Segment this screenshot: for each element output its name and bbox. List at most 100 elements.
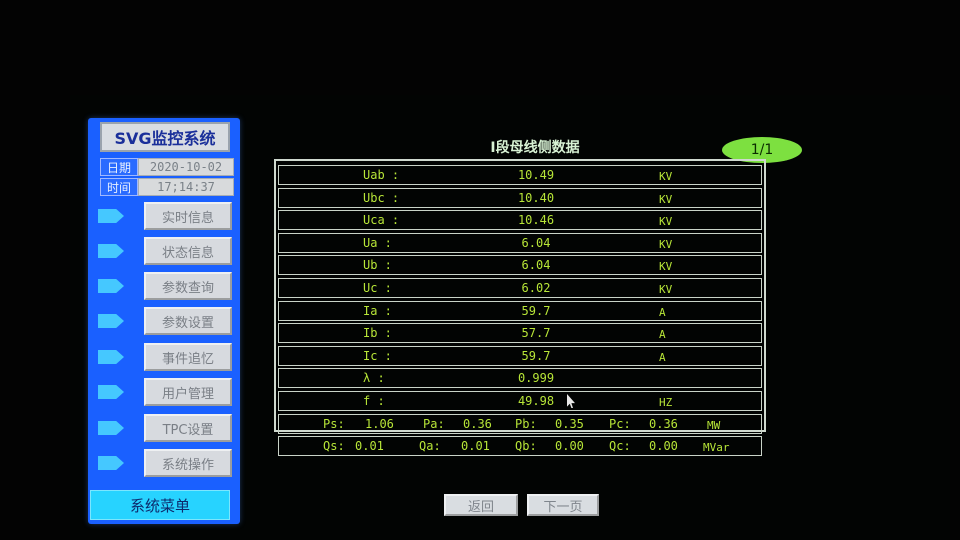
row-label: Ib : — [363, 326, 392, 341]
table-row: Ub : 6.04 KV — [278, 255, 762, 276]
row-label: Uab : — [363, 168, 400, 182]
table-row: Uc : 6.02 KV — [278, 277, 762, 298]
table-row: Uab : 10.49 KV — [278, 165, 762, 185]
reactive-power-row: Qs: 0.01 Qa: 0.01 Qb: 0.00 Qc: 0.00 MVar — [278, 436, 762, 457]
row-unit: KV — [659, 282, 673, 296]
table-row: Ia : 59.7 A — [278, 300, 762, 321]
row-unit: KV — [659, 192, 673, 206]
date-value: 2020-10-02 — [138, 158, 234, 176]
qc-value: 0.00 — [649, 439, 678, 454]
realtime-info-button[interactable]: 实时信息 — [144, 202, 232, 230]
row-label: f : — [363, 393, 385, 408]
time-value: 17;14:37 — [138, 178, 234, 196]
arrow-right-icon — [98, 421, 124, 435]
pb-label: Pb: — [515, 416, 537, 431]
row-value: 0.999 — [517, 371, 555, 386]
ps-label: Ps: — [323, 416, 345, 431]
menu-row-status: 状态信息 — [98, 236, 234, 266]
row-unit: HZ — [659, 395, 673, 409]
row-value: 6.04 — [521, 258, 551, 273]
arrow-right-icon — [98, 244, 124, 258]
reactive-power-unit: MVar — [703, 441, 730, 455]
row-value: 10.40 — [517, 190, 555, 205]
row-value: 59.7 — [521, 348, 551, 363]
row-value: 49.98 — [517, 393, 555, 408]
sidebar: SVG监控系统 日期 2020-10-02 时间 17;14:37 实时信息 状… — [88, 118, 240, 524]
panel-title: I段母线侧数据 — [490, 140, 580, 156]
status-info-button[interactable]: 状态信息 — [144, 237, 232, 265]
qb-value: 0.00 — [555, 439, 584, 454]
time-row: 时间 17;14:37 — [100, 178, 234, 196]
qa-label: Qa: — [419, 439, 441, 454]
table-row: Uca : 10.46 KV — [278, 210, 762, 231]
pc-value: 0.36 — [649, 416, 678, 431]
row-unit: KV — [659, 170, 673, 183]
row-unit: A — [659, 305, 666, 319]
row-unit: A — [659, 350, 666, 364]
back-button[interactable]: 返回 — [444, 494, 518, 516]
row-unit: KV — [659, 237, 673, 251]
param-query-button[interactable]: 参数查询 — [144, 272, 232, 300]
row-label: λ : — [363, 371, 385, 386]
param-set-button[interactable]: 参数设置 — [144, 307, 232, 335]
row-unit: KV — [659, 260, 673, 274]
arrow-right-icon — [98, 350, 124, 364]
active-power-unit: MW — [707, 418, 721, 432]
user-manage-button[interactable]: 用户管理 — [144, 378, 232, 406]
row-value: 10.46 — [517, 213, 555, 228]
pa-value: 0.36 — [463, 416, 492, 431]
ps-value: 1.06 — [365, 416, 394, 431]
arrow-right-icon — [98, 279, 124, 293]
table-row: λ : 0.999 — [278, 368, 762, 389]
row-label: Ubc : — [363, 190, 400, 205]
date-row: 日期 2020-10-02 — [100, 158, 234, 176]
row-value: 57.7 — [521, 326, 551, 341]
table-row: Ic : 59.7 A — [278, 345, 762, 366]
next-page-button[interactable]: 下一页 — [527, 494, 599, 516]
qs-value: 0.01 — [355, 439, 384, 454]
system-menu-button[interactable]: 系统菜单 — [90, 490, 230, 520]
active-power-row: Ps: 1.06 Pa: 0.36 Pb: 0.35 Pc: 0.36 MW — [278, 413, 762, 434]
row-value: 10.49 — [517, 168, 555, 182]
row-value: 6.02 — [521, 280, 551, 295]
row-label: Ia : — [363, 303, 392, 318]
qs-label: Qs: — [323, 439, 345, 454]
qc-label: Qc: — [609, 439, 631, 454]
menu-row-param-query: 参数查询 — [98, 271, 234, 301]
row-value: 6.04 — [521, 235, 551, 250]
pa-label: Pa: — [423, 416, 445, 431]
row-label: Uc : — [363, 280, 392, 295]
busbar-data-table: Uab : 10.49 KV Ubc : 10.40 KV Uca : 10.4… — [274, 159, 766, 457]
menu-row-tpc: TPC设置 — [98, 413, 234, 443]
pb-value: 0.35 — [555, 416, 584, 431]
tpc-settings-button[interactable]: TPC设置 — [144, 414, 232, 442]
system-title: SVG监控系统 — [100, 122, 230, 152]
row-label: Uca : — [363, 213, 400, 228]
menu-row-system-op: 系统操作 — [98, 448, 234, 478]
arrow-right-icon — [98, 385, 124, 399]
table-row: Ua : 6.04 KV — [278, 232, 762, 253]
row-label: Ub : — [363, 258, 392, 273]
table-row: Ib : 57.7 A — [278, 323, 762, 344]
row-value: 59.7 — [521, 303, 551, 318]
arrow-right-icon — [98, 314, 124, 328]
menu-row-realtime: 实时信息 — [98, 201, 234, 231]
row-unit: KV — [659, 215, 673, 229]
row-label: Ic : — [363, 348, 392, 363]
date-label: 日期 — [100, 158, 138, 176]
menu-row-event: 事件追忆 — [98, 342, 234, 372]
qa-value: 0.01 — [461, 439, 490, 454]
arrow-right-icon — [98, 209, 124, 223]
event-recall-button[interactable]: 事件追忆 — [144, 343, 232, 371]
menu-row-param-set: 参数设置 — [98, 306, 234, 336]
table-row: Ubc : 10.40 KV — [278, 187, 762, 208]
system-operation-button[interactable]: 系统操作 — [144, 449, 232, 477]
row-unit: A — [659, 328, 666, 342]
time-label: 时间 — [100, 178, 138, 196]
qb-label: Qb: — [515, 439, 537, 454]
table-row: f : 49.98 HZ — [278, 390, 762, 411]
pc-label: Pc: — [609, 416, 631, 431]
arrow-right-icon — [98, 456, 124, 470]
row-label: Ua : — [363, 235, 392, 250]
menu-row-user: 用户管理 — [98, 377, 234, 407]
